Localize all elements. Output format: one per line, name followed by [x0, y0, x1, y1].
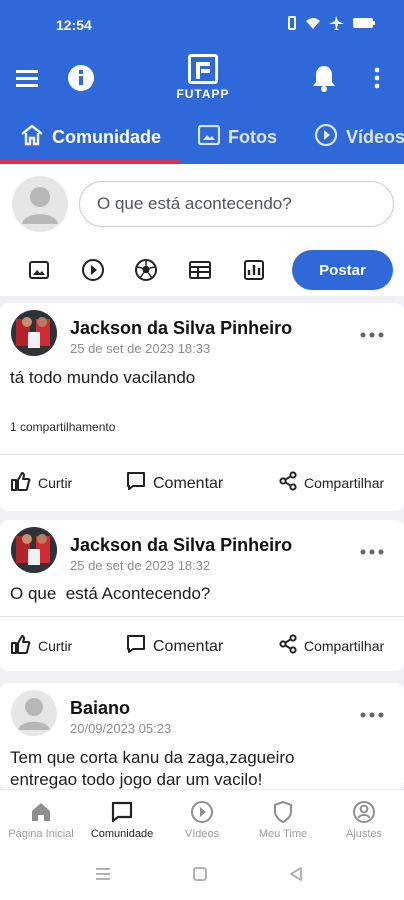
share-count[interactable]: 1 compartilhamento — [10, 420, 115, 434]
chat-icon — [81, 800, 163, 824]
post-author[interactable]: Baiano — [70, 698, 130, 719]
shield-icon — [242, 800, 324, 824]
post-text: tá todo mundo vacilando — [10, 368, 196, 387]
post-text: O que está Acontecendo? — [10, 584, 211, 603]
post-divider — [0, 616, 404, 617]
nav-home[interactable]: Página Inicial — [0, 800, 82, 840]
post-text-line: Tem que corta kanu da zaga,zagueiro — [10, 748, 295, 767]
post-composer: O que está acontecendo? Postar — [0, 164, 404, 296]
post-more-icon[interactable] — [360, 542, 384, 555]
menu-icon[interactable] — [14, 66, 40, 90]
post-more-icon[interactable] — [360, 325, 384, 338]
like-button[interactable]: Curtir — [10, 471, 72, 495]
airplane-icon — [329, 16, 344, 30]
bell-icon[interactable] — [312, 64, 336, 92]
comment-icon — [126, 471, 153, 496]
author-avatar[interactable] — [11, 310, 57, 356]
video-tool-icon[interactable] — [80, 257, 106, 283]
post-card: Jackson da Silva Pinheiro 25 de set de 2… — [0, 520, 404, 671]
post-card: Baiano 20/09/2023 05:23 Tem que corta ka… — [0, 683, 404, 789]
square-icon[interactable] — [192, 866, 208, 882]
post-time: 20/09/2023 05:23 — [70, 721, 172, 736]
nav-settings-label: Ajustes — [345, 828, 383, 840]
post-input[interactable]: O que está acontecendo? — [79, 181, 394, 227]
post-time: 25 de set de 2023 18:32 — [70, 558, 211, 573]
thumbs-up-icon — [10, 634, 38, 658]
nav-home-label: Página Inicial — [8, 828, 74, 840]
share-icon — [279, 471, 304, 494]
tab-fotos-label: Fotos — [228, 126, 277, 147]
status-time: 12:54 — [56, 17, 92, 33]
more-vertical-icon[interactable] — [368, 66, 386, 90]
back-triangle-icon[interactable] — [288, 866, 304, 882]
status-icons — [287, 16, 376, 30]
nav-videos-label: Vídeos — [184, 828, 220, 840]
composer-avatar — [12, 176, 68, 232]
user-circle-icon — [323, 800, 404, 824]
like-label: Curtir — [38, 475, 73, 491]
author-avatar[interactable] — [11, 527, 57, 573]
comment-button[interactable]: Comentar — [126, 471, 223, 496]
post-author[interactable]: Jackson da Silva Pinheiro — [70, 535, 292, 556]
nav-my-team-label: Meu Time — [258, 828, 308, 840]
vibrate-icon — [287, 16, 297, 30]
home-icon — [0, 800, 82, 824]
tab-videos-label: Vídeos — [346, 126, 404, 147]
share-label: Compartilhar — [304, 474, 385, 491]
nav-community-label: Comunidade — [90, 828, 154, 840]
battery-icon — [352, 17, 376, 29]
status-bar: 12:54 — [0, 0, 404, 46]
comment-label: Comentar — [153, 637, 224, 655]
soccer-ball-icon[interactable] — [133, 257, 159, 283]
post-divider — [0, 454, 404, 455]
tab-fotos[interactable]: Fotos — [197, 110, 277, 164]
comment-icon — [126, 634, 153, 659]
tab-videos[interactable]: Vídeos — [314, 110, 404, 164]
image-icon — [197, 124, 228, 150]
thumbs-up-icon — [10, 471, 38, 495]
home-icon — [20, 123, 52, 152]
info-icon[interactable] — [67, 64, 95, 92]
post-button[interactable]: Postar — [292, 250, 393, 290]
play-circle-icon — [314, 123, 346, 152]
tab-comunidade-label: Comunidade — [52, 126, 162, 147]
tab-bar: Comunidade Fotos Vídeos — [0, 110, 404, 164]
app-bar: FUTAPP — [0, 46, 404, 110]
table-icon[interactable] — [187, 257, 213, 283]
tab-comunidade[interactable]: Comunidade — [20, 110, 161, 164]
share-label: Compartilhar — [304, 637, 385, 654]
post-more-icon[interactable] — [360, 705, 384, 718]
chart-icon[interactable] — [241, 257, 267, 283]
image-tool-icon[interactable] — [26, 257, 52, 283]
wifi-icon — [305, 17, 321, 30]
post-time: 25 de set de 2023 18:33 — [70, 341, 211, 356]
post-text-line: entregao todo jogo dar um vacilo! — [10, 770, 263, 789]
logo-text: FUTAPP — [176, 87, 230, 101]
like-button[interactable]: Curtir — [10, 634, 72, 658]
futapp-logo: FUTAPP — [166, 54, 240, 102]
app-screen: 12:54 FUTAPP Comunidade Fotos Vídeos O q… — [0, 0, 404, 900]
nav-my-team[interactable]: Meu Time — [242, 800, 324, 840]
share-button[interactable]: Compartilhar — [279, 634, 384, 657]
menu-lines-icon[interactable] — [95, 866, 111, 882]
play-circle-icon — [161, 800, 243, 824]
nav-videos[interactable]: Vídeos — [161, 800, 243, 840]
bottom-navigation: Página Inicial Comunidade Vídeos Meu Tim… — [0, 789, 404, 848]
like-label: Curtir — [38, 638, 73, 654]
nav-settings[interactable]: Ajustes — [323, 800, 404, 840]
share-icon — [279, 634, 304, 657]
post-card: Jackson da Silva Pinheiro 25 de set de 2… — [0, 303, 404, 511]
comment-button[interactable]: Comentar — [126, 634, 223, 659]
system-navigation — [0, 848, 404, 900]
post-author[interactable]: Jackson da Silva Pinheiro — [70, 318, 292, 339]
comment-label: Comentar — [153, 474, 224, 492]
share-button[interactable]: Compartilhar — [279, 471, 384, 494]
author-avatar[interactable] — [11, 690, 57, 736]
nav-community[interactable]: Comunidade — [81, 800, 163, 840]
